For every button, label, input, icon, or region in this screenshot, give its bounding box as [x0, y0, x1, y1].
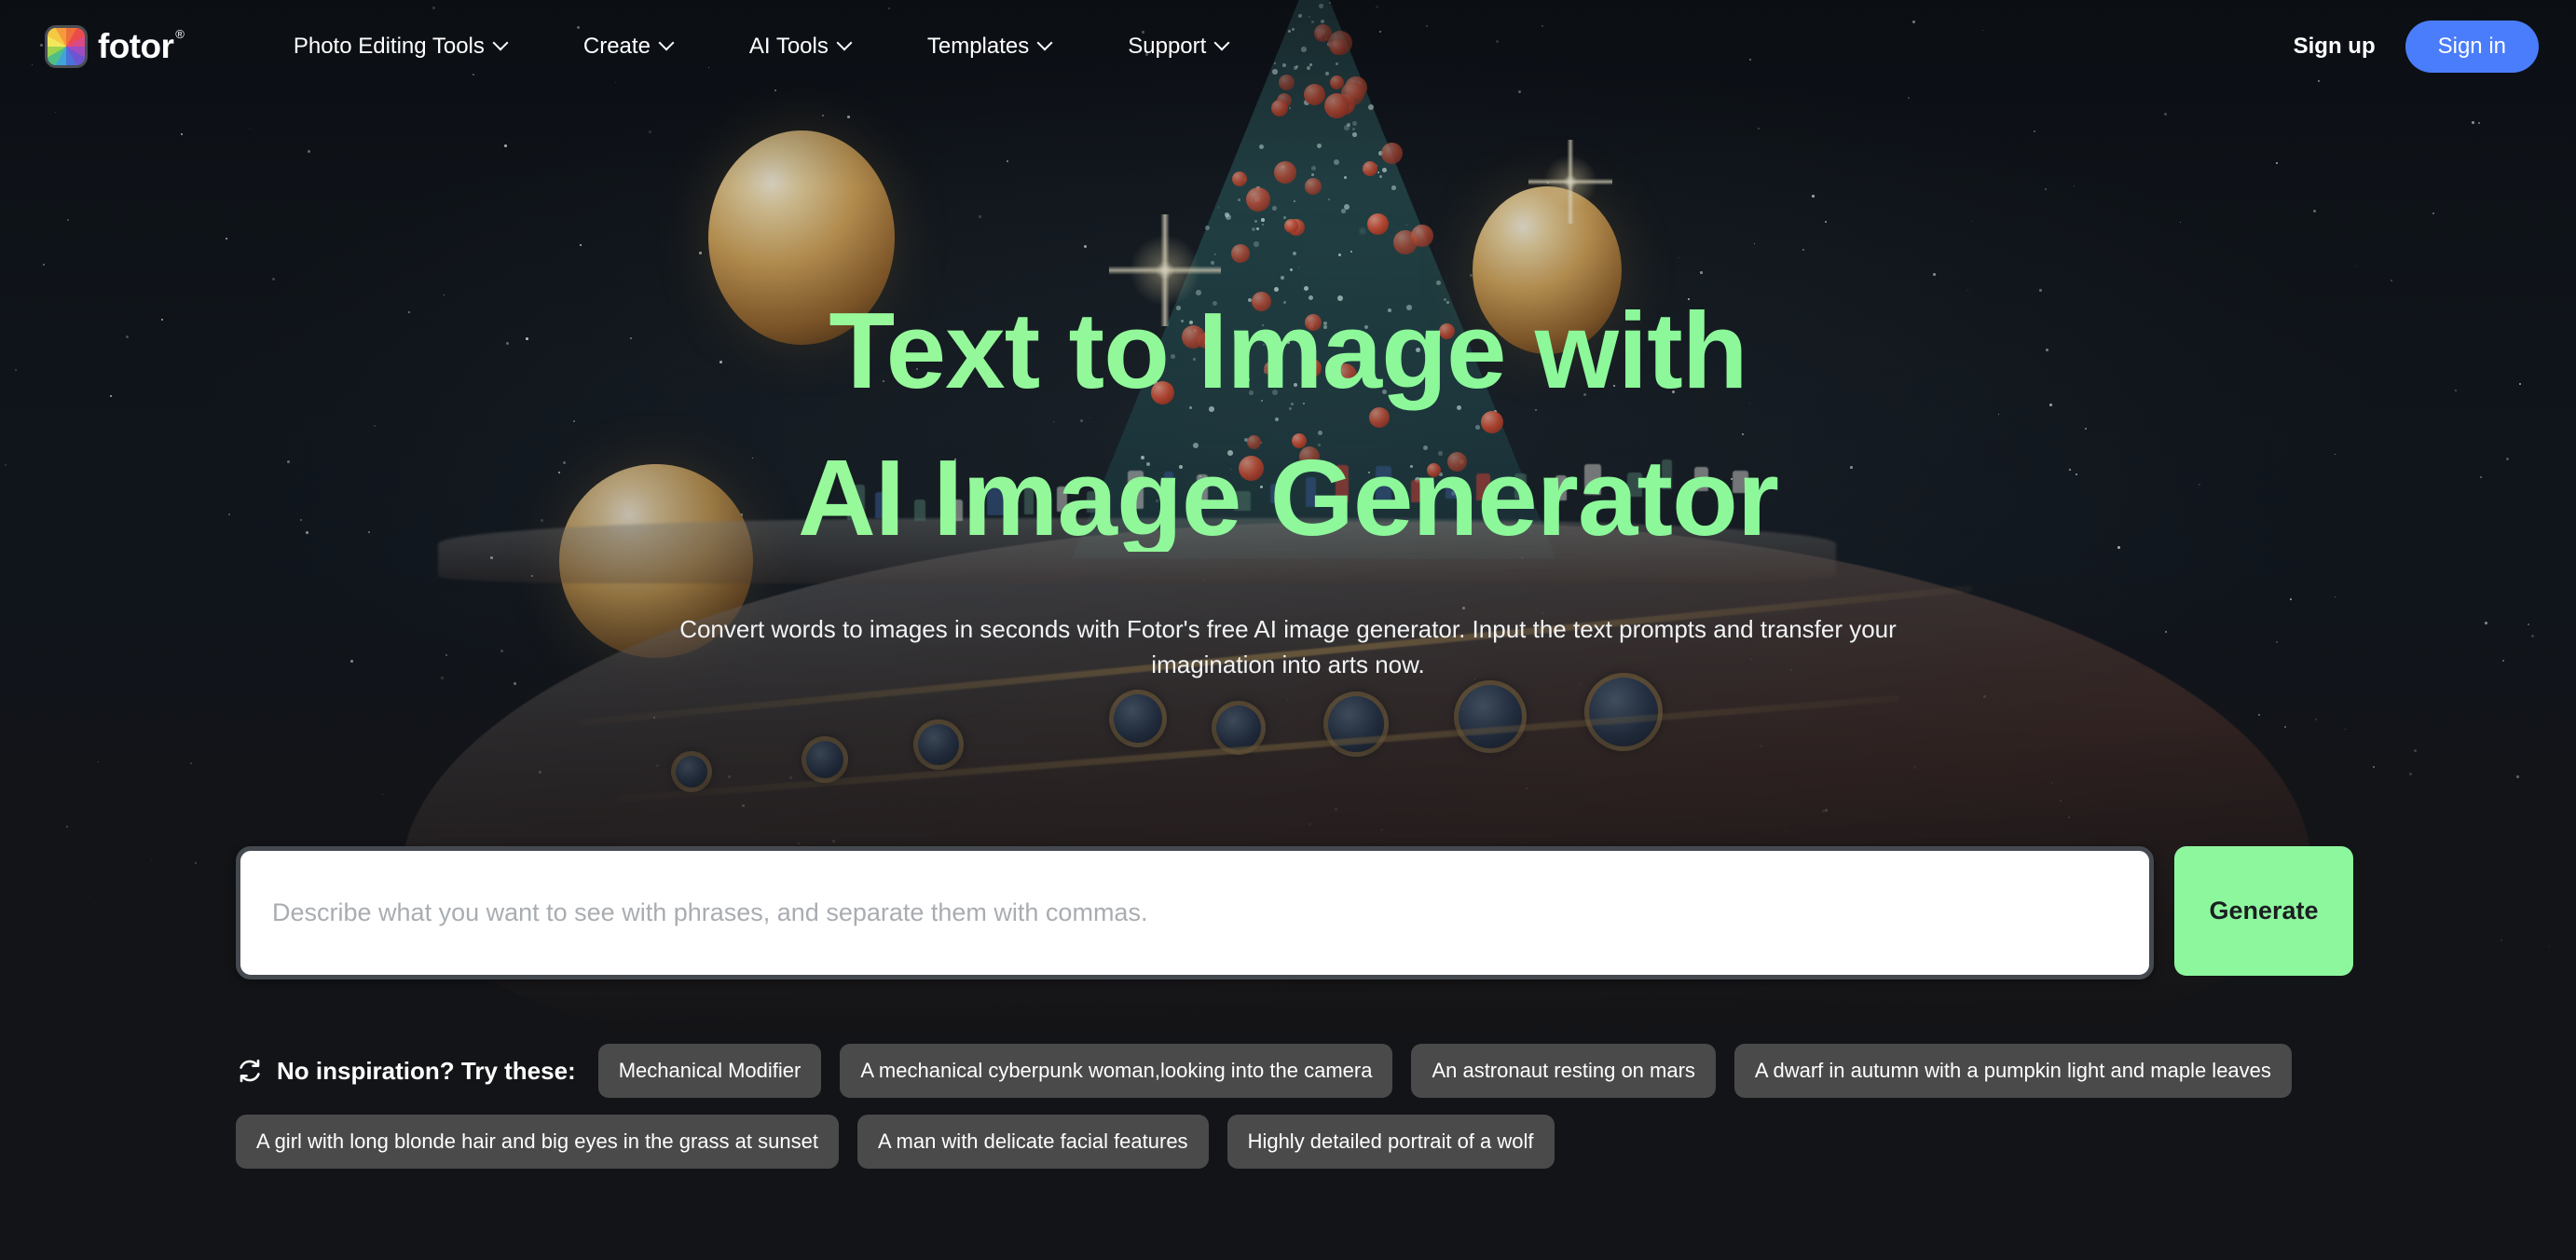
nav-item-photo-editing-tools[interactable]: Photo Editing Tools	[255, 34, 545, 60]
site-header: fotor ® Photo Editing Tools Create AI To…	[0, 0, 2576, 93]
nav-item-ai-tools[interactable]: AI Tools	[711, 34, 889, 60]
nav-label: Create	[582, 34, 651, 59]
nav-label: Support	[1128, 34, 1207, 59]
logo-text: fotor	[98, 27, 174, 65]
chevron-down-icon	[1038, 37, 1051, 50]
nav-item-create[interactable]: Create	[545, 34, 711, 60]
nav-item-support[interactable]: Support	[1089, 34, 1267, 60]
nav-label: AI Tools	[748, 34, 829, 59]
logo[interactable]: fotor ®	[45, 25, 185, 68]
hero-subtitle: Convert words to images in seconds with …	[679, 615, 1897, 679]
page-root: fotor ® Photo Editing Tools Create AI To…	[0, 0, 2576, 1260]
primary-navigation: Photo Editing Tools Create AI Tools Temp…	[255, 34, 1267, 60]
suggestion-chip[interactable]: An astronaut resting on mars	[1411, 1044, 1716, 1098]
prompt-input-shell[interactable]	[236, 846, 2154, 979]
nav-label: Photo Editing Tools	[293, 34, 485, 59]
suggestion-chip[interactable]: Mechanical Modifier	[597, 1044, 822, 1098]
suggestion-chip[interactable]: A mechanical cyberpunk woman,looking int…	[840, 1044, 1393, 1098]
suggestions-label: No inspiration? Try these:	[277, 1056, 576, 1085]
chevron-down-icon	[1215, 37, 1228, 50]
headline-line-1: Text to Image with	[829, 290, 1747, 411]
generate-button[interactable]: Generate	[2174, 846, 2353, 976]
chevron-down-icon	[660, 37, 673, 50]
auth-actions: Sign up Sign in	[2273, 21, 2539, 73]
prompt-bar: Generate	[236, 846, 2353, 979]
suggestion-chips-area: No inspiration? Try these: Mechanical Mo…	[236, 1044, 2370, 1169]
suggestion-chip[interactable]: Highly detailed portrait of a wolf	[1226, 1115, 1555, 1169]
chevron-down-icon	[838, 37, 851, 50]
fotor-pinwheel-logo-icon	[45, 25, 88, 68]
page-title: Text to Image with AI Image Generator	[0, 296, 2576, 552]
registered-trademark-icon: ®	[175, 27, 185, 41]
refresh-icon[interactable]	[236, 1057, 264, 1085]
prompt-input[interactable]	[240, 851, 2149, 975]
chevron-down-icon	[494, 37, 507, 50]
sign-up-link[interactable]: Sign up	[2273, 34, 2396, 60]
suggestion-chip[interactable]: A dwarf in autumn with a pumpkin light a…	[1733, 1044, 2292, 1098]
hero-content: Text to Image with AI Image Generator Co…	[0, 0, 2576, 683]
nav-label: Templates	[926, 34, 1030, 59]
nav-item-templates[interactable]: Templates	[889, 34, 1089, 60]
suggestion-chip[interactable]: A man with delicate facial features	[856, 1115, 1209, 1169]
suggestion-chip[interactable]: A girl with long blonde hair and big eye…	[236, 1115, 839, 1169]
sign-in-button[interactable]: Sign in	[2405, 21, 2539, 73]
headline-line-2: AI Image Generator	[797, 437, 1779, 558]
suggestions-label-group: No inspiration? Try these:	[236, 1057, 580, 1086]
